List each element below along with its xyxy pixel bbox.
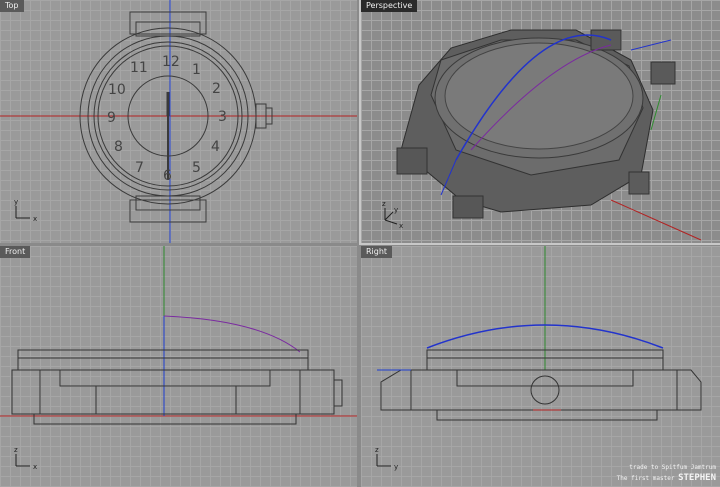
credit-line-1: trade to Spitfum Jamtrum xyxy=(629,464,716,471)
axis-gizmo: z x xyxy=(14,446,37,471)
right-view-canvas: z y xyxy=(375,246,702,471)
svg-text:z: z xyxy=(382,200,386,208)
viewport-right[interactable]: z y Right trade to Spitfum Jamtrum The f… xyxy=(361,246,720,487)
watch-front-model xyxy=(11,315,343,425)
numeral-10: 10 xyxy=(108,82,126,98)
numeral-1: 1 xyxy=(192,62,201,78)
viewport-title-top[interactable]: Top xyxy=(0,0,24,12)
numeral-7: 7 xyxy=(135,160,144,176)
viewport-top[interactable]: 12 1 2 3 4 5 6 7 8 9 10 11 y x Top xyxy=(0,0,357,243)
viewport-front[interactable]: z x Front xyxy=(0,246,357,487)
numeral-5: 5 xyxy=(192,160,201,176)
svg-text:y: y xyxy=(14,198,18,206)
viewport-title-perspective[interactable]: Perspective xyxy=(361,0,418,12)
numeral-8: 8 xyxy=(114,139,123,155)
svg-text:x: x xyxy=(33,215,37,223)
dial-numerals: 12 1 2 3 4 5 6 7 8 9 10 11 xyxy=(107,54,227,184)
numeral-11: 11 xyxy=(130,60,148,76)
svg-text:y: y xyxy=(394,206,398,214)
numeral-9: 9 xyxy=(107,110,116,126)
numeral-3: 3 xyxy=(218,109,227,125)
axis-gizmo: z x y xyxy=(382,200,403,230)
axis-gizmo: z y xyxy=(375,446,398,471)
viewport-title-front[interactable]: Front xyxy=(0,246,31,258)
svg-text:x: x xyxy=(33,463,37,471)
svg-text:x: x xyxy=(399,222,403,230)
viewport-title-right[interactable]: Right xyxy=(361,246,393,258)
svg-text:y: y xyxy=(394,463,398,471)
credit-name: STEPHEN xyxy=(678,473,716,483)
numeral-12: 12 xyxy=(162,54,180,70)
credit-tagline: The first master xyxy=(616,475,675,482)
numeral-4: 4 xyxy=(211,139,220,155)
watch-right-model xyxy=(380,324,702,421)
front-view-canvas: z x xyxy=(0,246,357,471)
svg-text:z: z xyxy=(375,446,379,454)
top-view-canvas: 12 1 2 3 4 5 6 7 8 9 10 11 y x xyxy=(0,0,357,243)
numeral-2: 2 xyxy=(212,81,221,97)
watch-perspective-model xyxy=(396,29,702,241)
svg-text:z: z xyxy=(14,446,18,454)
perspective-view-canvas: z x y xyxy=(382,29,702,241)
credit-line-2: The first master STEPHEN xyxy=(617,473,716,483)
axis-gizmo: y x xyxy=(14,198,37,223)
numeral-6: 6 xyxy=(163,168,172,184)
viewport-perspective[interactable]: z x y Perspective xyxy=(359,0,720,245)
